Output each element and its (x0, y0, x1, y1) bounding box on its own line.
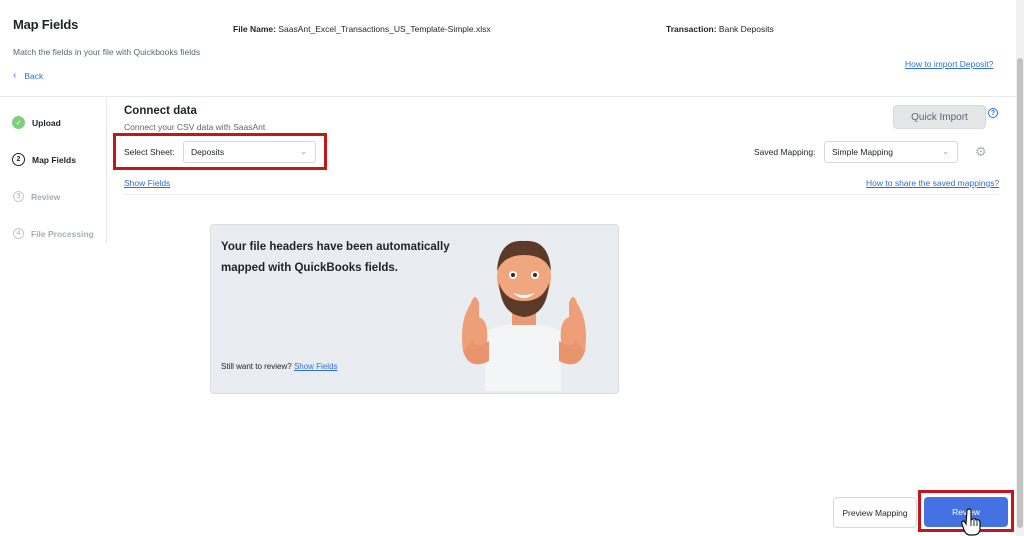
show-fields-link[interactable]: Show Fields (124, 178, 170, 188)
step-label: Map Fields (32, 154, 76, 165)
step-review: 3 Review (12, 191, 60, 202)
auto-mapped-message: Your file headers have been automaticall… (221, 241, 450, 274)
page-title: Map Fields (13, 17, 79, 32)
section-title: Connect data (124, 105, 197, 117)
info-icon[interactable]: ? (988, 108, 998, 118)
card-show-fields-link[interactable]: Show Fields (294, 362, 338, 371)
page-subtitle: Match the fields in your file with Quick… (13, 47, 201, 57)
sheet-label: Select Sheet: (124, 147, 175, 157)
gear-icon[interactable]: ⚙ (975, 145, 989, 159)
scrollbar-thumb[interactable] (1017, 58, 1023, 528)
section-subtitle: Connect your CSV data with SaasAnt (124, 122, 266, 132)
review-prompt: Still want to review? Show Fields (221, 362, 338, 371)
divider (124, 194, 998, 195)
step-number: 2 (12, 153, 25, 166)
auto-mapped-card: Your file headers have been automaticall… (210, 224, 619, 394)
back-label: Back (24, 70, 44, 81)
saved-mapping-label: Saved Mapping: (754, 147, 816, 157)
sheet-select[interactable]: Deposits ⌄ (183, 141, 316, 163)
step-number: 3 (13, 191, 24, 202)
transaction-value: Bank Deposits (718, 24, 774, 34)
preview-mapping-button[interactable]: Preview Mapping (833, 497, 917, 528)
sheet-select-value: Deposits (191, 147, 225, 157)
check-icon: ✓ (12, 116, 25, 129)
share-mappings-link[interactable]: How to share the saved mappings? (866, 178, 999, 188)
quick-import-button[interactable]: Quick Import (893, 105, 986, 129)
step-label: File Processing (31, 228, 94, 239)
chevron-down-icon: ⌄ (300, 147, 307, 156)
chevron-down-icon: ⌄ (942, 147, 949, 156)
file-name-value: SaasAnt_Excel_Transactions_US_Template-S… (278, 24, 491, 34)
step-number: 4 (13, 228, 24, 239)
review-prompt-text: Still want to review? (221, 362, 292, 371)
scrollbar[interactable] (1016, 0, 1024, 536)
transaction-label: Transaction: (666, 24, 717, 34)
saved-mapping-value: Simple Mapping (832, 147, 893, 157)
step-map-fields: 2 Map Fields (12, 153, 76, 166)
page-header: Map Fields Match the fields in your file… (0, 0, 1016, 97)
hand-cursor-icon (961, 508, 981, 536)
file-name-label: File Name: (233, 24, 276, 34)
step-upload: ✓ Upload (12, 116, 61, 129)
saved-mapping-select[interactable]: Simple Mapping ⌄ (824, 141, 958, 163)
step-label: Review (31, 191, 61, 202)
chevron-left-icon: ‹ (13, 70, 17, 81)
step-file-processing: 4 File Processing (12, 228, 94, 239)
help-import-link[interactable]: How to import Deposit? (905, 59, 993, 69)
step-label: Upload (32, 117, 61, 128)
thumbs-up-person-illustration (462, 240, 586, 391)
file-name-info: File Name: SaasAnt_Excel_Transactions_US… (233, 24, 491, 34)
transaction-info: Transaction: Bank Deposits (666, 24, 774, 34)
back-button[interactable]: ‹ Back (13, 70, 43, 81)
stepper: ✓ Upload 2 Map Fields 3 Review 4 File Pr… (0, 98, 107, 243)
